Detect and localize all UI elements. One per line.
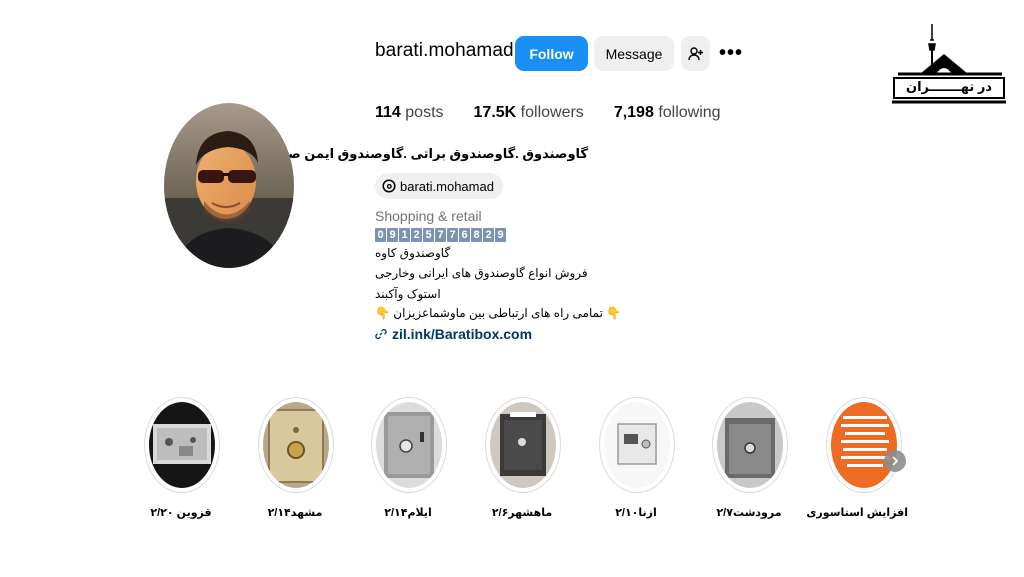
highlight-marvdasht[interactable] (712, 397, 788, 493)
bio-line: استوک وآکبند (375, 287, 441, 301)
highlight-thumbnail (490, 402, 556, 488)
phone-digit: 2 (411, 228, 422, 242)
highlight-label: ماهشهر۲/۶ (491, 507, 553, 519)
logo-text: در تهـــــــران (906, 79, 992, 94)
more-options-button[interactable]: ••• (718, 42, 744, 64)
highlight-thumbnail (149, 402, 215, 488)
profile-link[interactable]: zil.ink/Baratibox.com (375, 326, 532, 342)
stat-following[interactable]: 7,198 following (614, 104, 721, 122)
phone-digit: 9 (387, 228, 398, 242)
highlight-thumbnail (831, 402, 897, 488)
highlight-label: قزوین ۲/۲۰ (150, 507, 212, 519)
link-icon (375, 329, 387, 339)
person-add-icon (687, 46, 703, 60)
highlight-label: مشهد۲/۱۴ (267, 507, 323, 519)
profile-category: Shopping & retail (375, 208, 482, 224)
phone-digit: 0 (375, 228, 386, 242)
phone-digit: 5 (423, 228, 434, 242)
profile-stats: 114 posts 17.5K followers 7,198 followin… (375, 104, 751, 122)
highlight-label: ازنا۲/۱۰ (615, 507, 657, 519)
highlight-promo[interactable] (826, 397, 902, 493)
highlight-thumbnail (263, 402, 329, 488)
chevron-right-icon (892, 456, 899, 466)
highlight-label: مرودشت۲/۷ (716, 507, 782, 519)
message-button[interactable]: Message (594, 36, 674, 71)
profile-username: barati.mohamad (375, 40, 514, 61)
phone-digit: 6 (459, 228, 470, 242)
highlight-mahshahr[interactable] (485, 397, 561, 493)
bio-line: گاوصندوق کاوه (375, 246, 451, 260)
highlight-ilam[interactable] (371, 397, 447, 493)
bio-line: فروش انواع گاوصندوق های ایرانی وخارجی (375, 266, 588, 280)
profile-link-text[interactable]: zil.ink/Baratibox.com (392, 326, 532, 342)
highlight-thumbnail (717, 402, 783, 488)
threads-handle: barati.mohamad (400, 178, 494, 194)
threads-badge[interactable]: barati.mohamad (375, 173, 503, 199)
tehran-logo: در تهـــــــران (892, 22, 1007, 104)
highlight-thumbnail (376, 402, 442, 488)
highlight-label: ایلام۲/۱۴ (384, 507, 432, 519)
phone-digit: 1 (399, 228, 410, 242)
phone-digit: 8 (471, 228, 482, 242)
highlight-qazvin[interactable] (144, 397, 220, 493)
phone-digit: 2 (483, 228, 494, 242)
profile-avatar[interactable] (164, 103, 294, 268)
stat-posts[interactable]: 114 posts (375, 104, 444, 122)
highlight-label: افزایش استاسوری (806, 507, 908, 519)
stat-followers[interactable]: 17.5K followers (474, 104, 584, 122)
phone-digit: 7 (435, 228, 446, 242)
highlights-next-button[interactable] (884, 450, 906, 472)
suggest-button[interactable] (681, 36, 710, 71)
highlight-thumbnail (604, 402, 670, 488)
follow-button[interactable]: Follow (515, 36, 588, 71)
phone-digit: 7 (447, 228, 458, 242)
profile-full-name: گاوصندوق .گاوصندوق براتی .گاوصندوق ایمن … (261, 146, 588, 161)
highlight-azna[interactable] (599, 397, 675, 493)
threads-icon (382, 179, 396, 193)
highlight-mashhad[interactable] (258, 397, 334, 493)
phone-number: 0 9 1 2 5 7 7 6 8 2 9 (375, 228, 507, 242)
bio-line: 👇 تمامی راه های ارتباطی بین ماوشماعزیزان… (375, 306, 622, 320)
phone-digit: 9 (495, 228, 506, 242)
